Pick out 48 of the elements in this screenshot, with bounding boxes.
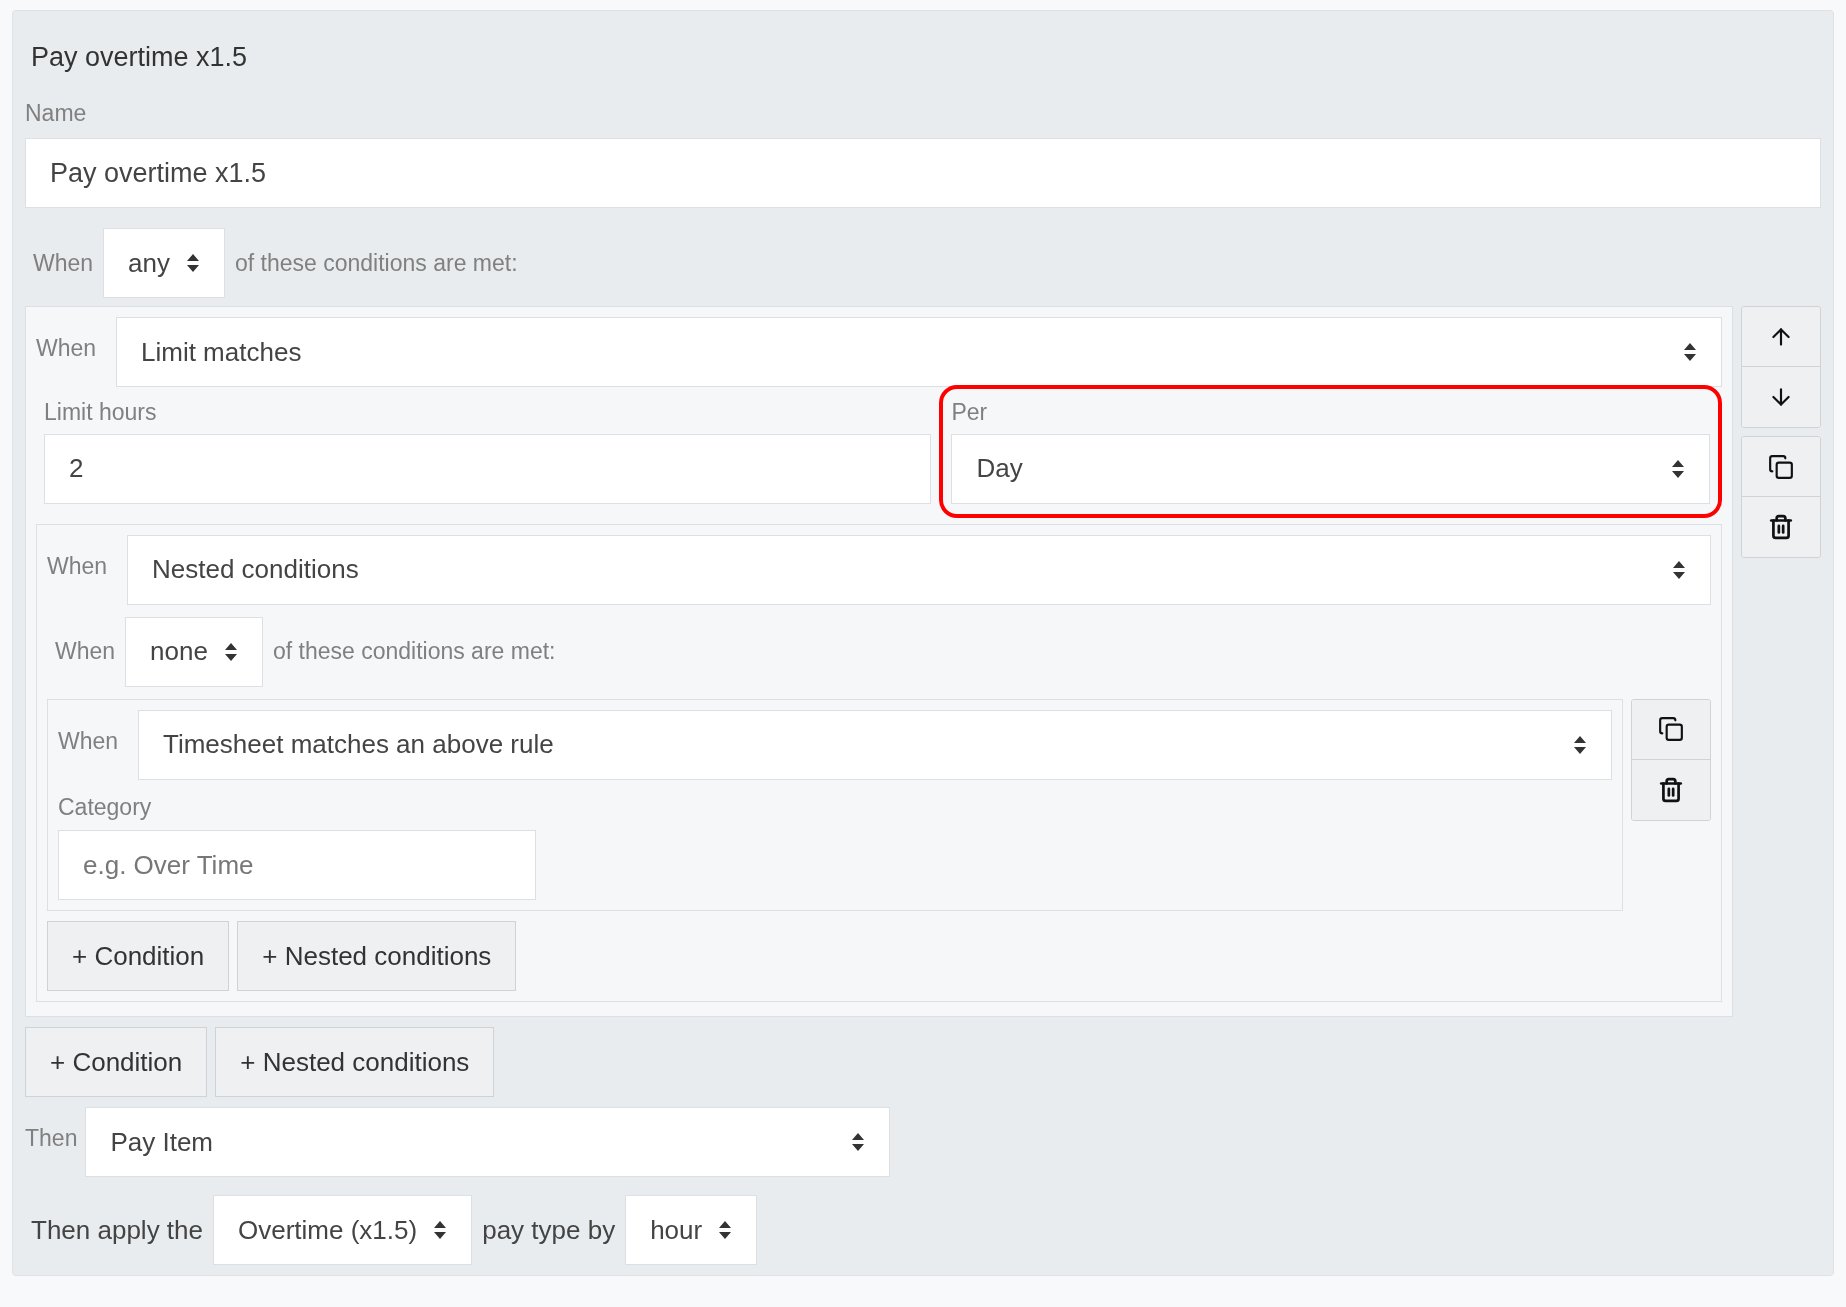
field-label: Limit hours xyxy=(44,398,158,427)
select-field[interactable]: none xyxy=(125,616,263,687)
field-label: When xyxy=(47,551,109,581)
sort-icon xyxy=(718,1220,733,1240)
field-label: When xyxy=(36,334,98,363)
sort-icon xyxy=(1672,559,1686,580)
sort-icon xyxy=(223,641,238,662)
select-field[interactable]: any xyxy=(103,228,225,298)
add-button[interactable]: + Condition xyxy=(47,921,230,991)
field-label: Then xyxy=(25,1124,78,1153)
rule-title: Pay overtime x1.5 xyxy=(30,41,249,74)
field-label: Per xyxy=(951,398,989,427)
sort-icon xyxy=(433,1220,448,1240)
select-field[interactable]: Pay Item xyxy=(85,1107,890,1177)
copy-button[interactable] xyxy=(1632,699,1710,760)
add-button[interactable]: + Nested conditions xyxy=(215,1027,495,1097)
field-label: of these conditions are met: xyxy=(272,637,556,667)
delete-button[interactable] xyxy=(1742,497,1820,557)
select-field[interactable]: hour xyxy=(625,1195,758,1265)
input-field[interactable]: e.g. Over Time xyxy=(58,830,536,900)
copy-icon xyxy=(1658,716,1684,742)
field-label: Category xyxy=(58,792,153,822)
trash-icon xyxy=(1768,514,1794,540)
select-field[interactable]: Limit matches xyxy=(116,317,1722,387)
select-field[interactable]: Nested conditions xyxy=(127,534,1711,605)
copy-icon xyxy=(1768,453,1794,480)
field-label: When xyxy=(58,726,120,756)
input-field[interactable]: 2 xyxy=(44,433,932,504)
sort-icon xyxy=(1683,342,1697,362)
sort-icon xyxy=(851,1132,865,1152)
field-label: of these conditions are met: xyxy=(235,248,518,278)
field-label: When xyxy=(55,637,116,667)
select-field[interactable]: Day xyxy=(951,433,1710,504)
add-button[interactable]: + Condition xyxy=(25,1027,208,1097)
sentence-text: Then apply the xyxy=(31,1213,203,1247)
field-label: Name xyxy=(25,98,88,128)
name-input[interactable]: Pay overtime x1.5 xyxy=(25,138,1821,208)
field-label: When xyxy=(33,248,94,278)
select-field[interactable]: Overtime (x1.5) xyxy=(213,1195,473,1265)
sort-icon xyxy=(1671,458,1685,479)
trash-icon xyxy=(1658,776,1684,803)
sentence-text: pay type by xyxy=(482,1213,616,1247)
delete-button[interactable] xyxy=(1632,759,1710,820)
sort-icon xyxy=(186,253,200,273)
select-field[interactable]: Timesheet matches an above rule xyxy=(138,709,1612,780)
copy-button[interactable] xyxy=(1742,437,1820,497)
sort-icon xyxy=(1573,734,1587,755)
add-button[interactable]: + Nested conditions xyxy=(237,921,517,991)
